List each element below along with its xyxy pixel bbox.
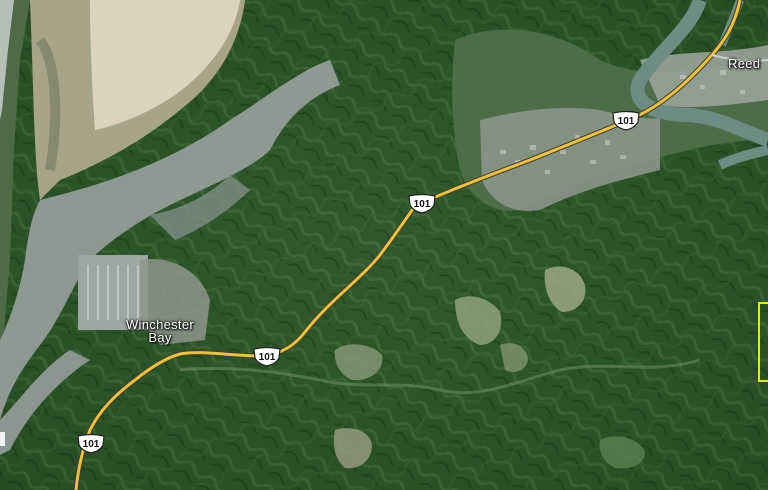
route-shield-101: 101 — [611, 111, 641, 131]
route-shield-101: 101 — [76, 434, 106, 454]
edge-marker — [0, 432, 5, 446]
route-shield-101: 101 — [252, 347, 282, 367]
route-shield-label: 101 — [413, 199, 431, 210]
map-imagery — [0, 0, 768, 490]
route-shield-label: 101 — [617, 116, 635, 127]
place-label-winchester-bay[interactable]: Winchester Bay — [120, 318, 200, 344]
route-shield-label: 101 — [258, 352, 276, 363]
place-label-reedsport[interactable]: Reed — [728, 57, 760, 70]
route-shield-label: 101 — [82, 439, 100, 450]
satellite-map[interactable]: Winchester Bay Reed 101 101 101 101 — [0, 0, 768, 490]
route-shield-101: 101 — [407, 194, 437, 214]
